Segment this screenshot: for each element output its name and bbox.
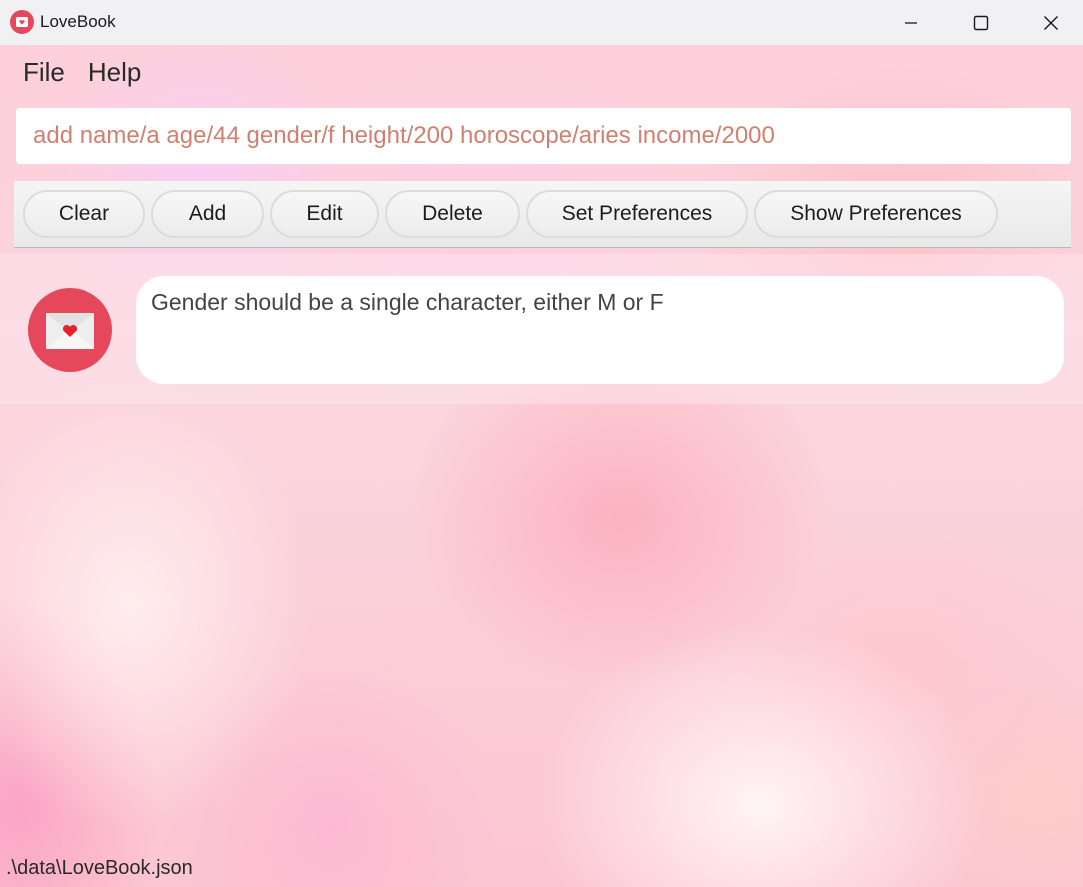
app-icon	[10, 10, 34, 34]
command-input[interactable]	[16, 108, 1071, 164]
result-display: Gender should be a single character, eit…	[136, 276, 1064, 384]
result-message: Gender should be a single character, eit…	[151, 289, 664, 315]
mail-heart-icon	[16, 17, 28, 27]
clear-button[interactable]: Clear	[23, 190, 145, 238]
close-button[interactable]	[1016, 0, 1083, 45]
background-gradient	[0, 45, 1083, 887]
envelope-heart-icon	[46, 313, 94, 349]
title-bar: LoveBook	[0, 0, 1083, 45]
window-title: LoveBook	[40, 12, 116, 31]
delete-button[interactable]: Delete	[385, 190, 520, 238]
app-window: LoveBook File Help Clear Add Edit	[0, 0, 1083, 887]
close-icon	[1044, 15, 1058, 30]
result-panel: Gender should be a single character, eit…	[0, 254, 1083, 404]
button-toolbar: Clear Add Edit Delete Set Preferences Sh…	[14, 181, 1071, 248]
minimize-icon	[905, 21, 917, 24]
menu-bar: File Help	[0, 45, 1083, 100]
maximize-icon	[973, 15, 989, 30]
set-preferences-button[interactable]: Set Preferences	[526, 190, 748, 238]
add-button[interactable]: Add	[151, 190, 264, 238]
menu-file[interactable]: File	[23, 57, 70, 88]
save-file-path: .\data\LoveBook.json	[6, 857, 193, 879]
result-avatar	[28, 288, 112, 372]
edit-button[interactable]: Edit	[270, 190, 379, 238]
show-preferences-button[interactable]: Show Preferences	[754, 190, 998, 238]
command-box	[16, 108, 1071, 164]
status-bar: .\data\LoveBook.json	[0, 847, 1083, 887]
minimize-button[interactable]	[876, 0, 946, 45]
menu-help[interactable]: Help	[88, 57, 146, 88]
maximize-button[interactable]	[946, 0, 1016, 45]
